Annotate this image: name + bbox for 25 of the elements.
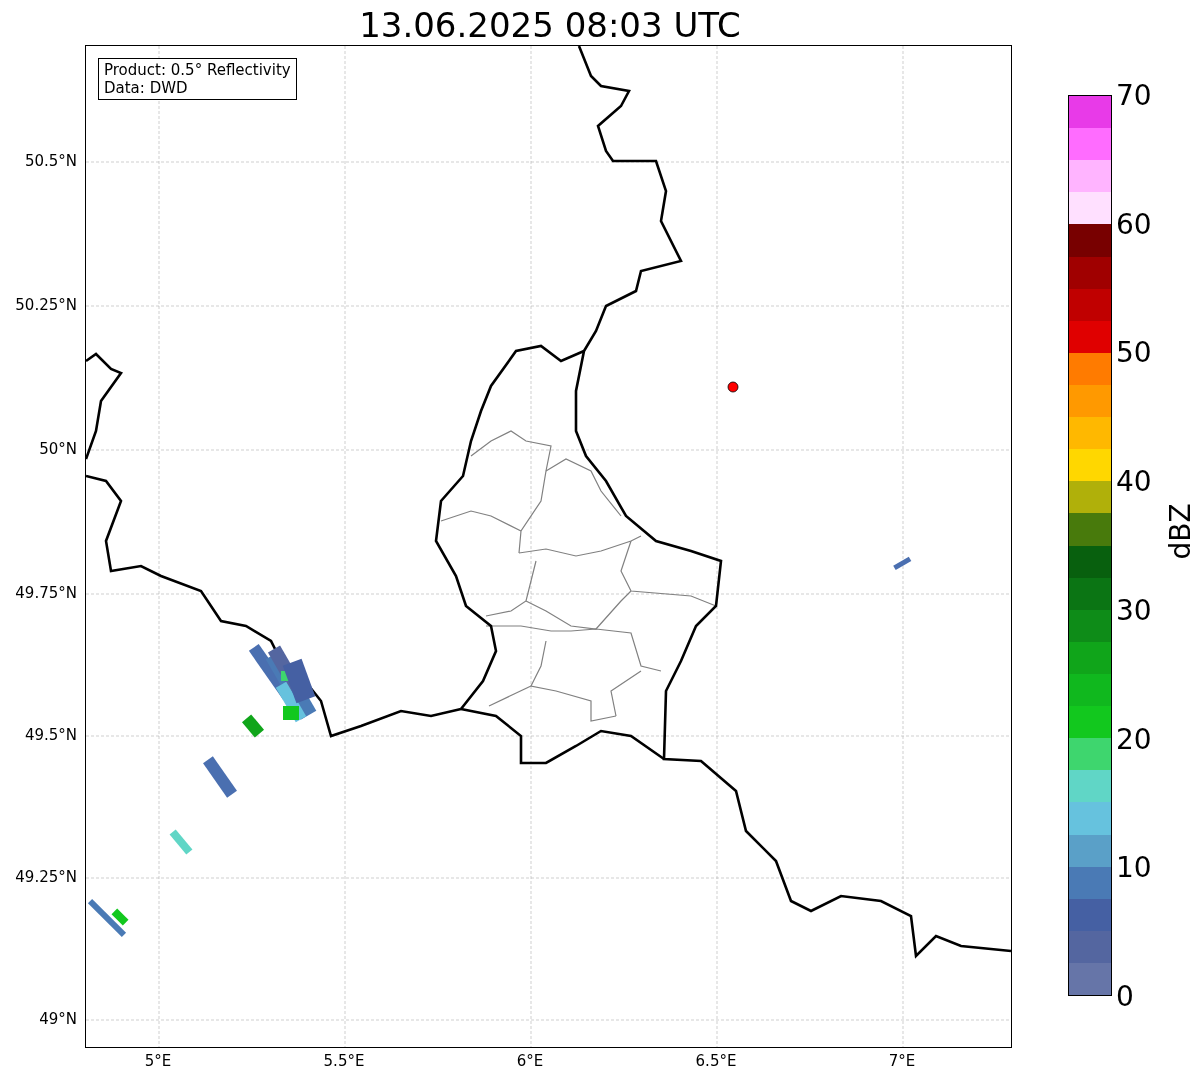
longitude-label: 7°E — [888, 1052, 916, 1070]
latitude-label: 50°N — [39, 440, 77, 458]
latitude-label: 49.5°N — [24, 726, 77, 744]
info-text: Data: DWD — [104, 79, 189, 97]
colorbar-tick-label: 20 — [1116, 722, 1152, 756]
colorbar-tick-label: 70 — [1116, 78, 1152, 112]
colorbar-tick-label: 50 — [1116, 335, 1152, 369]
radar-site-marker — [727, 381, 739, 393]
colorbar-tick-label: 0 — [1116, 979, 1134, 1013]
longitude-label: 5.5°E — [323, 1052, 365, 1070]
colorbar-label: dBZ — [1163, 503, 1197, 560]
colorbar-tick-label: 60 — [1116, 207, 1152, 241]
latitude-label: 49.25°N — [15, 868, 77, 886]
chart-title: 13.06.2025 08:03 UTC — [358, 4, 742, 45]
latitude-label: 49°N — [39, 1010, 77, 1028]
longitude-label: 6°E — [516, 1052, 544, 1070]
info-text: Product: 0.5° Reflectivity — [104, 61, 291, 79]
colorbar-tick-label: 30 — [1116, 593, 1152, 627]
colorbar-tick-label: 40 — [1116, 464, 1152, 498]
longitude-label: 6.5°E — [695, 1052, 737, 1070]
latitude-label: 50.5°N — [24, 152, 77, 170]
latitude-label: 50.25°N — [15, 296, 77, 314]
latitude-label: 49.75°N — [15, 584, 77, 602]
colorbar-tick-label: 10 — [1116, 850, 1152, 884]
longitude-label: 5°E — [144, 1052, 172, 1070]
